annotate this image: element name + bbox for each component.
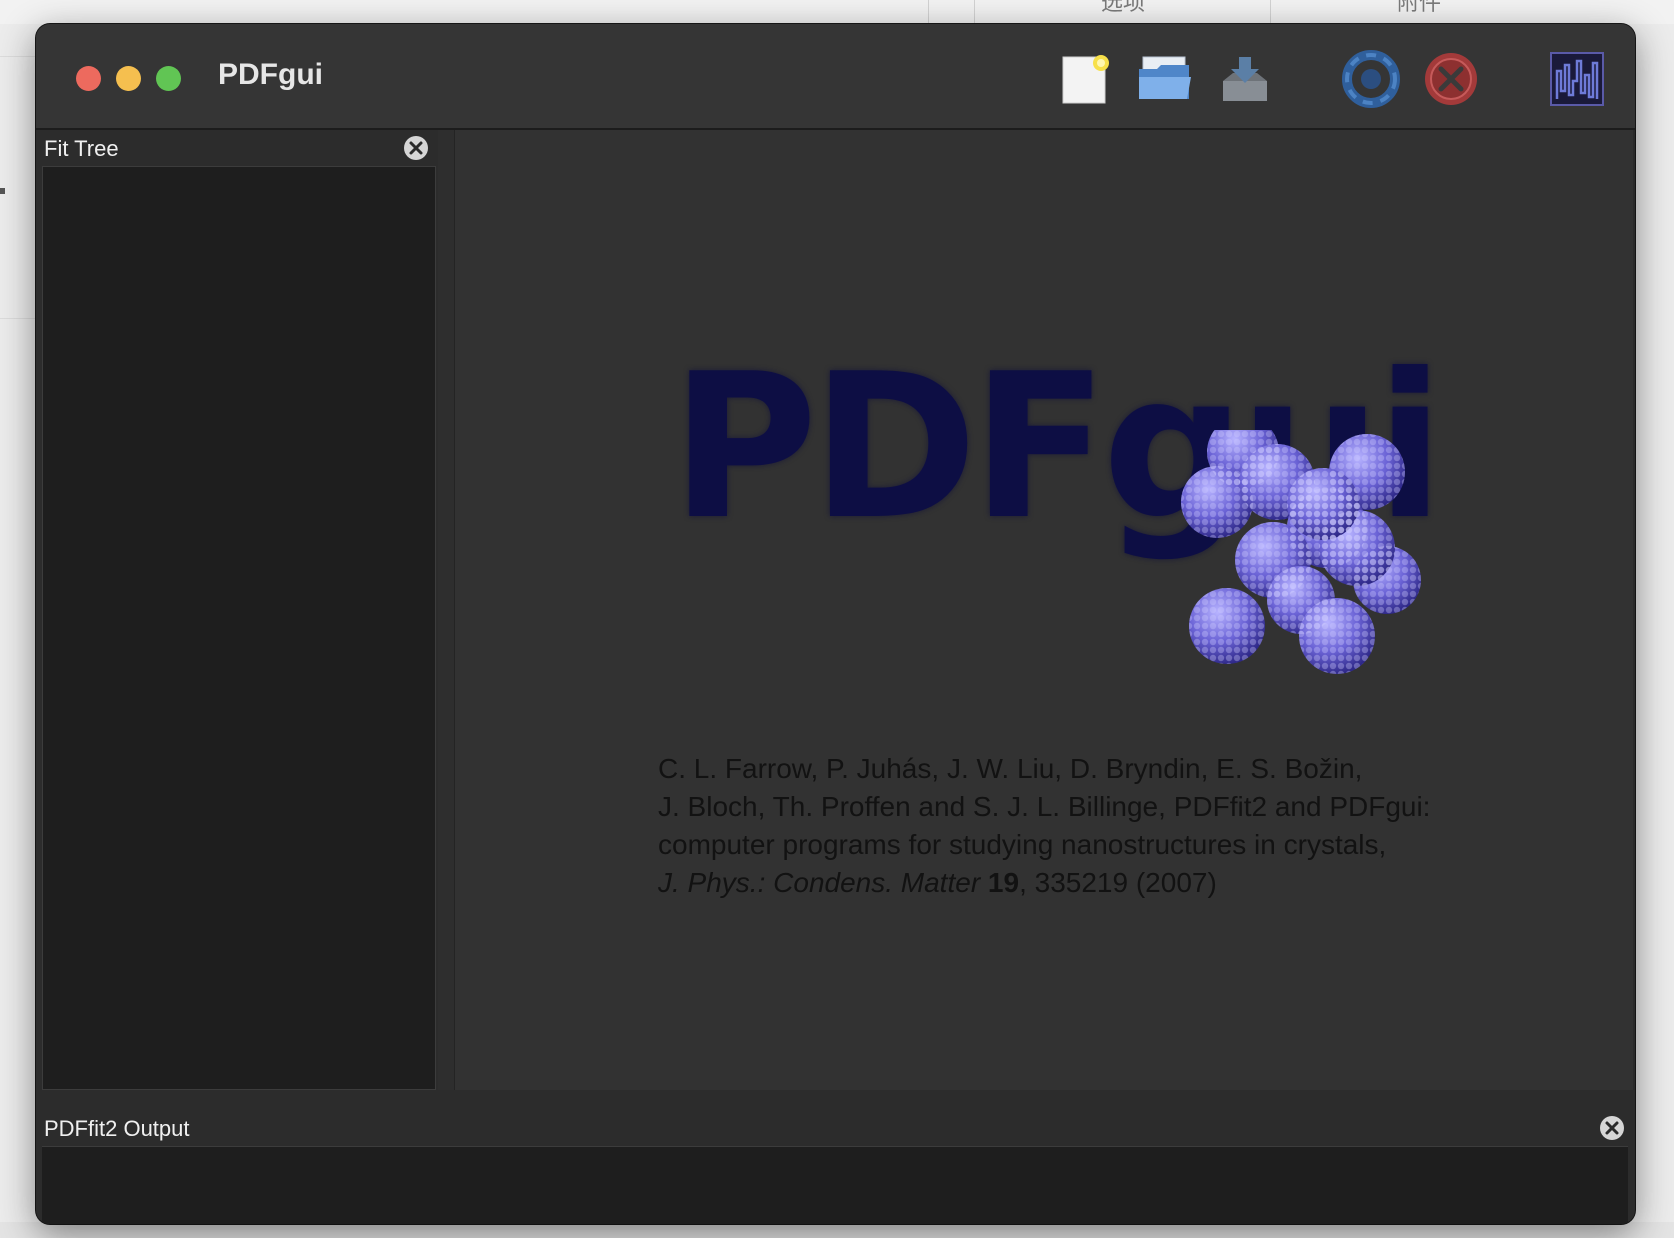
pdffit2-output-panel: PDFfit2 Output: [36, 1110, 1635, 1224]
background-tab-options[interactable]: 选项: [974, 0, 1271, 24]
citation-line: computer programs for studying nanostruc…: [658, 829, 1387, 860]
close-icon: [1600, 1116, 1624, 1140]
close-window-button[interactable]: [76, 66, 101, 91]
horizontal-splitter[interactable]: [36, 1090, 1635, 1110]
nanoparticle-cluster-image: [1181, 430, 1421, 674]
fit-tree-view[interactable]: [42, 166, 436, 1090]
citation-volume: 19: [987, 867, 1020, 898]
run-fit-icon: [1342, 50, 1400, 108]
citation-line: J. Bloch, Th. Proffen and S. J. L. Billi…: [658, 791, 1431, 822]
pdfgui-window: PDFgui Fit Tree PDFgui C. L. Farrow, P. …: [36, 24, 1635, 1224]
background-divider: [0, 318, 36, 319]
fit-tree-panel: Fit Tree: [36, 130, 438, 1090]
fit-tree-title: Fit Tree: [44, 136, 119, 161]
citation-pages-year: , 335219 (2007): [1019, 867, 1217, 898]
background-divider: [0, 56, 36, 57]
save-icon: [1223, 57, 1267, 101]
background-tab-attachments[interactable]: 附件: [1270, 0, 1567, 24]
background-marker: [0, 188, 5, 194]
welcome-panel: PDFgui C. L. Farrow, P. Juhás, J. W. Liu…: [454, 130, 1633, 1091]
new-document-icon: [1062, 55, 1109, 104]
plot-window-button[interactable]: [1546, 48, 1608, 110]
citation-text: C. L. Farrow, P. Juhás, J. W. Liu, D. Br…: [658, 750, 1558, 902]
stop-fit-button[interactable]: [1420, 48, 1482, 110]
plot-icon: [1550, 52, 1604, 106]
title-bar: PDFgui: [36, 24, 1635, 130]
close-icon: [404, 136, 428, 160]
window-title: PDFgui: [218, 58, 323, 91]
maximize-window-button[interactable]: [156, 66, 181, 91]
minimize-window-button[interactable]: [116, 66, 141, 91]
fit-tree-close-button[interactable]: [402, 134, 430, 162]
background-tab-divider: [928, 0, 975, 24]
save-project-button[interactable]: [1214, 48, 1276, 110]
background-app-bottom: [0, 1222, 1674, 1238]
citation-journal: J. Phys.: Condens. Matter: [658, 867, 981, 898]
output-text-area[interactable]: [42, 1146, 1628, 1224]
citation-line: C. L. Farrow, P. Juhás, J. W. Liu, D. Br…: [658, 753, 1363, 784]
stop-fit-icon: [1425, 53, 1477, 105]
output-panel-title: PDFfit2 Output: [44, 1116, 190, 1141]
open-project-button[interactable]: [1134, 48, 1196, 110]
new-project-button[interactable]: [1054, 48, 1116, 110]
citation-reference: J. Phys.: Condens. Matter 19, 335219 (20…: [658, 864, 1558, 902]
output-close-button[interactable]: [1598, 1114, 1626, 1142]
open-folder-icon: [1139, 56, 1191, 99]
run-fit-button[interactable]: [1340, 48, 1402, 110]
